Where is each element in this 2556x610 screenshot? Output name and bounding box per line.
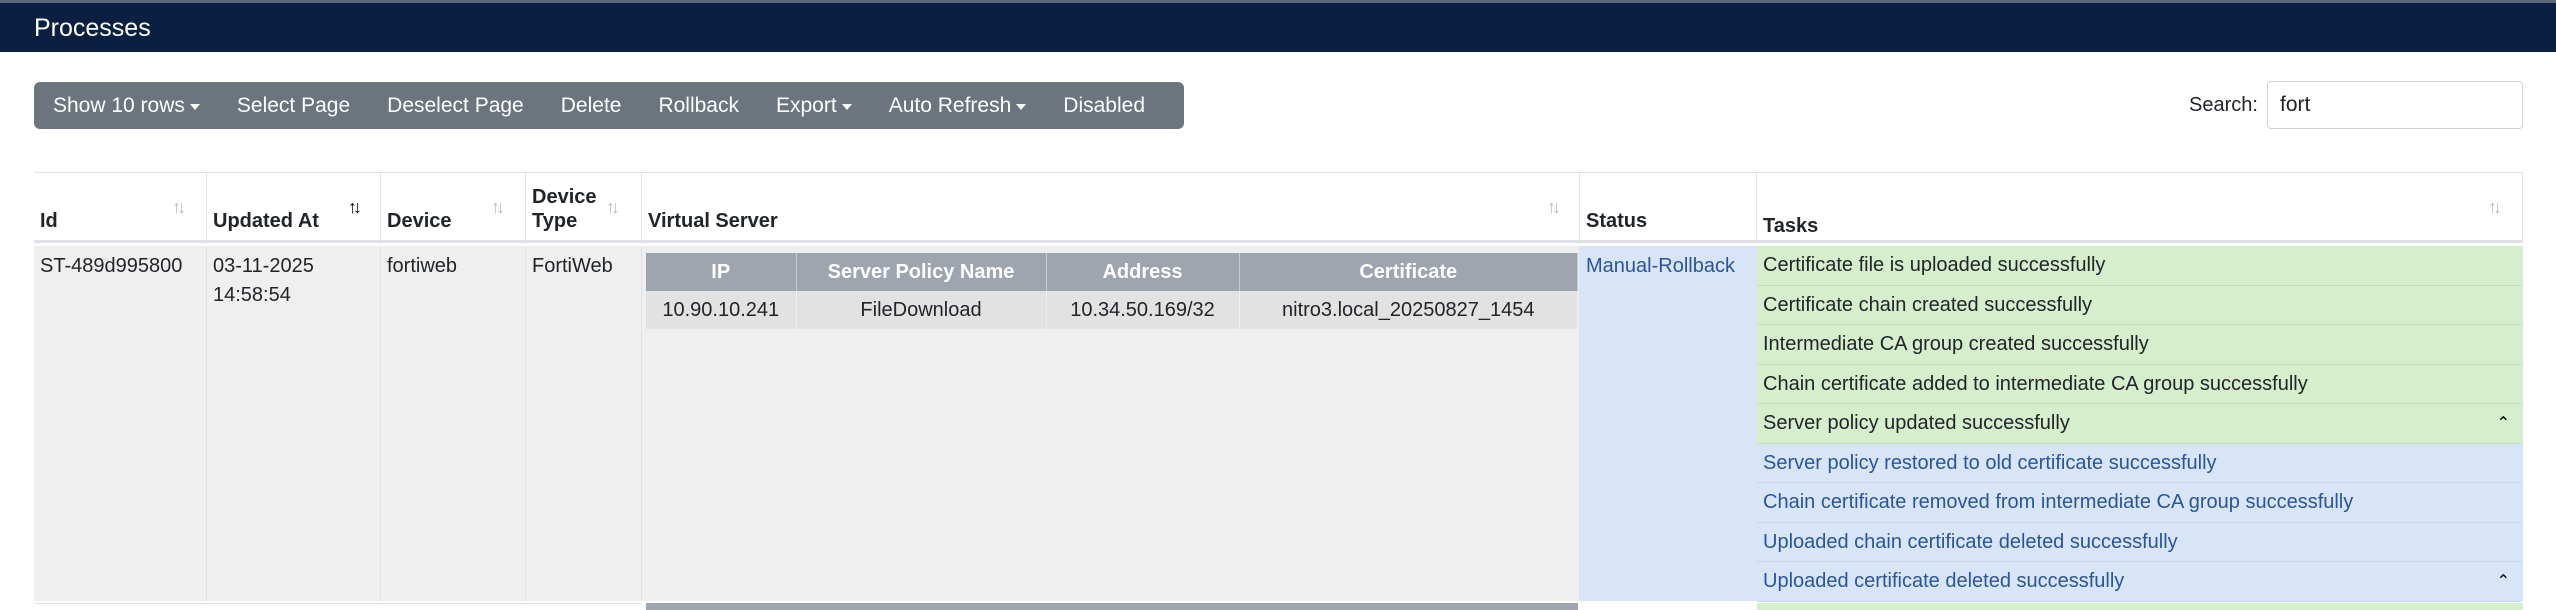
updated-date: 03-11-2025 bbox=[213, 255, 314, 277]
search-label: Search: bbox=[2189, 94, 2258, 116]
task-item: Certificate chain created successfully bbox=[1757, 285, 2522, 325]
toolbar: Show 10 rows Select Page Deselect Page D… bbox=[34, 82, 1184, 129]
column-label: Id bbox=[40, 210, 58, 232]
cell-device-type: FortiWeb bbox=[526, 246, 642, 601]
vs-cell-server-policy-name: FileDownload bbox=[796, 291, 1047, 329]
table-row[interactable] bbox=[34, 603, 2523, 610]
caret-down-icon bbox=[189, 103, 200, 110]
chevron-up-icon[interactable]: ⌃ bbox=[2497, 562, 2510, 601]
rollback-button[interactable]: Rollback bbox=[658, 94, 739, 118]
column-header-id[interactable]: Id ↑↓ bbox=[34, 173, 207, 243]
show-rows-label: Show 10 rows bbox=[53, 93, 185, 117]
page-header: Processes bbox=[0, 0, 2556, 52]
column-label: Device Type bbox=[532, 185, 597, 233]
column-label-line: Device bbox=[532, 186, 597, 208]
task-item: Intermediate CA group created successful… bbox=[1757, 325, 2522, 365]
vs-row: 10.90.10.241 FileDownload 10.34.50.169/3… bbox=[646, 291, 1578, 329]
updated-time: 14:58:54 bbox=[213, 284, 291, 306]
auto-refresh-button[interactable]: Auto Refresh bbox=[889, 94, 1027, 118]
caret-down-icon bbox=[1016, 103, 1027, 110]
column-header-tasks[interactable]: Tasks ↑↓ bbox=[1757, 173, 2523, 243]
column-header-status[interactable]: Status bbox=[1580, 173, 1757, 243]
chevron-up-icon[interactable]: ⌃ bbox=[2497, 404, 2510, 443]
status-link[interactable]: Manual-Rollback bbox=[1586, 255, 1735, 277]
column-label: Tasks bbox=[1763, 215, 1819, 237]
show-rows-button[interactable]: Show 10 rows bbox=[53, 94, 200, 118]
task-item: Certificate file is uploaded successfull… bbox=[1757, 246, 2522, 286]
processes-table: Id ↑↓ Updated At ↑↓ Device ↑↓ Device Type… bbox=[34, 172, 2523, 610]
column-header-updated-at[interactable]: Updated At ↑↓ bbox=[207, 173, 381, 243]
cell-virtual-server: IP Server Policy Name Address Certificat… bbox=[642, 246, 1580, 601]
table-row[interactable]: ST-489d995800 03-11-2025 14:58:54 fortiw… bbox=[34, 246, 2523, 602]
table-header: Id ↑↓ Updated At ↑↓ Device ↑↓ Device Type… bbox=[34, 173, 2523, 243]
virtual-server-table: IP Server Policy Name Address Certificat… bbox=[646, 253, 1578, 329]
vs-cell-address: 10.34.50.169/32 bbox=[1046, 291, 1240, 329]
vs-cell-ip: 10.90.10.241 bbox=[646, 291, 797, 329]
row-strip bbox=[646, 603, 1578, 610]
sort-icon: ↑↓ bbox=[606, 197, 620, 217]
column-label: Device bbox=[387, 210, 452, 232]
cell-updated-at: 03-11-2025 14:58:54 bbox=[207, 246, 381, 601]
disabled-button[interactable]: Disabled bbox=[1063, 94, 1145, 118]
cell-tasks: Certificate file is uploaded successfull… bbox=[1757, 246, 2523, 602]
task-item: Server policy restored to old certificat… bbox=[1757, 443, 2522, 483]
task-item-group-end: Uploaded certificate deleted successfull… bbox=[1757, 562, 2522, 602]
vs-cell-certificate: nitro3.local_20250827_1454 bbox=[1239, 291, 1578, 329]
task-text: Uploaded certificate deleted successfull… bbox=[1763, 570, 2125, 592]
row-strip bbox=[34, 603, 642, 610]
task-text: Server policy updated successfully bbox=[1763, 412, 2070, 434]
column-label: Updated At bbox=[213, 210, 319, 232]
task-item-group-end: Server policy updated successfully ⌃ bbox=[1757, 404, 2522, 444]
sort-icon: ↑↓ bbox=[491, 197, 505, 217]
page-title: Processes bbox=[34, 14, 151, 42]
row-strip bbox=[1757, 603, 2523, 610]
cell-id: ST-489d995800 bbox=[34, 246, 207, 601]
caret-down-icon bbox=[841, 103, 852, 110]
column-label-line: Type bbox=[532, 210, 578, 232]
vs-header-ip: IP bbox=[646, 253, 797, 291]
select-page-button[interactable]: Select Page bbox=[237, 94, 350, 118]
column-header-device[interactable]: Device ↑↓ bbox=[381, 173, 526, 243]
vs-header-address: Address bbox=[1046, 253, 1240, 291]
column-label: Virtual Server bbox=[648, 210, 778, 232]
sort-icon: ↑↓ bbox=[2488, 197, 2502, 217]
delete-button[interactable]: Delete bbox=[561, 94, 622, 118]
task-item: Chain certificate added to intermediate … bbox=[1757, 364, 2522, 404]
column-label: Status bbox=[1586, 210, 1648, 232]
auto-refresh-label: Auto Refresh bbox=[888, 93, 1012, 117]
deselect-page-button[interactable]: Deselect Page bbox=[387, 94, 524, 118]
sort-icon: ↑↓ bbox=[1547, 197, 1561, 217]
export-button[interactable]: Export bbox=[776, 94, 852, 118]
search-input[interactable] bbox=[2267, 81, 2523, 129]
task-item: Chain certificate removed from intermedi… bbox=[1757, 483, 2522, 523]
vs-header-server-policy-name: Server Policy Name bbox=[796, 253, 1047, 291]
export-label: Export bbox=[776, 93, 837, 117]
cell-status: Manual-Rollback bbox=[1580, 246, 1757, 601]
sort-desc-icon: ↑↓ bbox=[348, 197, 362, 217]
column-header-virtual-server[interactable]: Virtual Server ↑↓ bbox=[642, 173, 1580, 243]
vs-header-certificate: Certificate bbox=[1239, 253, 1578, 291]
sort-icon: ↑↓ bbox=[172, 197, 186, 217]
task-item: Uploaded chain certificate deleted succe… bbox=[1757, 522, 2522, 562]
cell-device: fortiweb bbox=[381, 246, 526, 601]
column-header-device-type[interactable]: Device Type ↑↓ bbox=[526, 173, 642, 243]
